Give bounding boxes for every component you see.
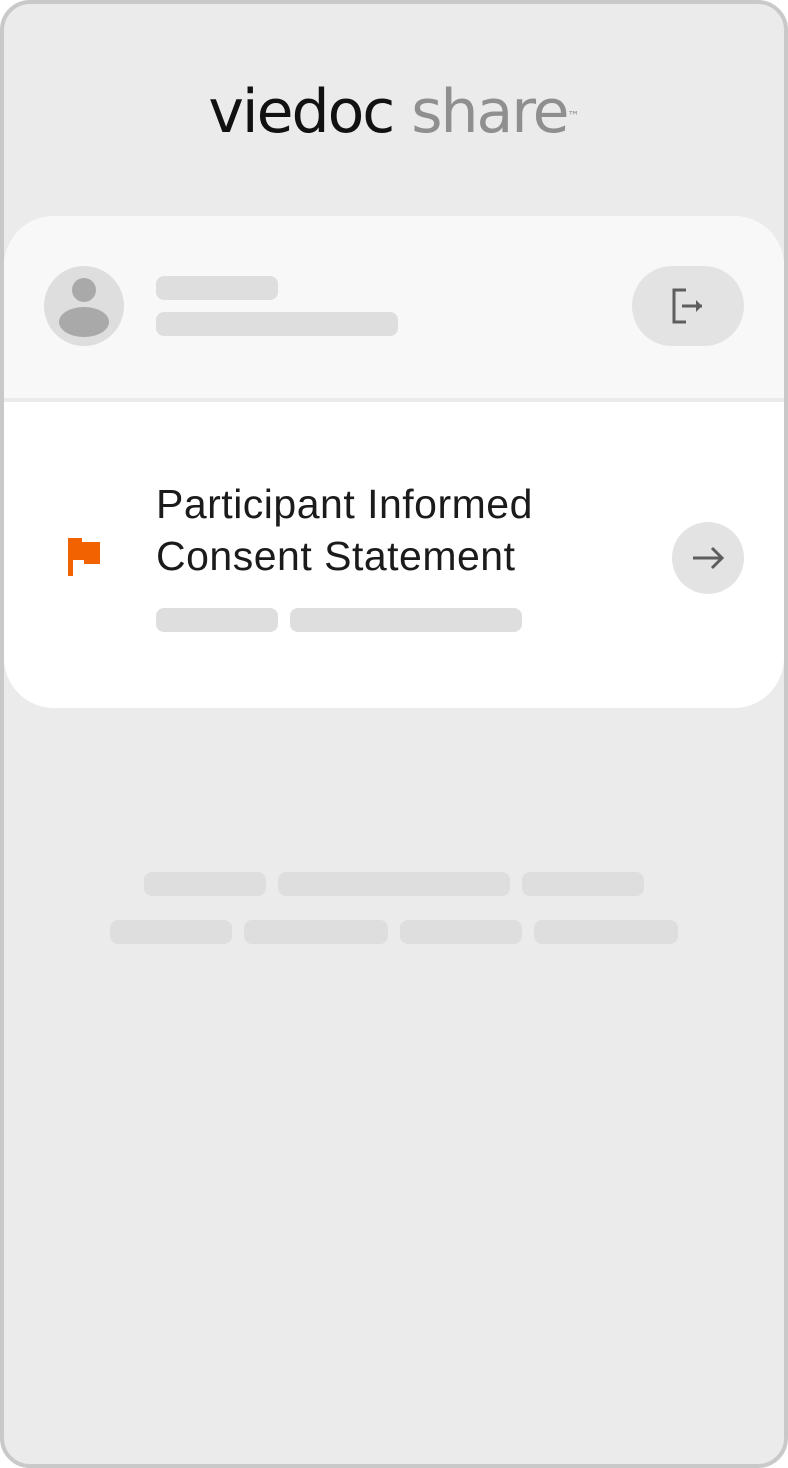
user-header: [4, 216, 784, 402]
viedoc-share-logo: viedoc share™: [4, 76, 784, 148]
user-email-placeholder: [156, 312, 398, 336]
footer-line-placeholder: [522, 872, 644, 896]
logo-product-text: share: [411, 77, 569, 147]
logout-icon: [672, 288, 702, 324]
arrow-right-icon: [693, 546, 725, 570]
document-title: Participant Informed Consent Statement: [156, 481, 533, 579]
footer-line-placeholder: [534, 920, 678, 944]
footer-line-placeholder: [400, 920, 522, 944]
footer-line-placeholder: [144, 872, 266, 896]
document-meta-placeholder: [290, 608, 522, 632]
document-meta-placeholder: [156, 608, 278, 632]
document-card: Participant Informed Consent Statement: [4, 216, 784, 708]
flag-icon: [68, 538, 100, 576]
logo-brand-text: viedoc: [208, 77, 395, 147]
open-document-button[interactable]: [672, 522, 744, 594]
footer-line-placeholder: [278, 872, 510, 896]
footer-line-placeholder: [110, 920, 232, 944]
logout-button[interactable]: [632, 266, 744, 346]
app-screen: viedoc share™ Participant Informed Conse…: [0, 0, 788, 1468]
logo-trademark: ™: [567, 109, 580, 123]
footer-line-placeholder: [244, 920, 388, 944]
user-name-placeholder: [156, 276, 278, 300]
user-avatar-icon: [44, 266, 124, 346]
